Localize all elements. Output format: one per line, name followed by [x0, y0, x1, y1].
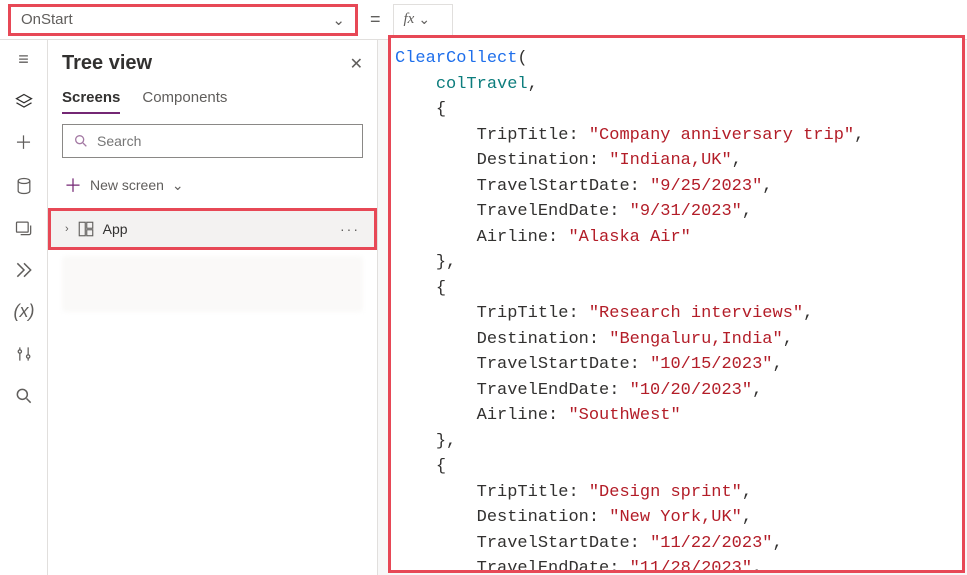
tree-item-label: App: [103, 221, 128, 237]
search-icon: [73, 133, 89, 149]
tree-view-title: Tree view: [62, 52, 152, 75]
tab-screens[interactable]: Screens: [62, 89, 120, 114]
flows-icon[interactable]: [14, 260, 34, 280]
property-dropdown-value: OnStart: [21, 11, 73, 28]
blurred-items: [62, 256, 363, 312]
new-screen-button[interactable]: ＋ New screen ⌄: [62, 168, 363, 202]
data-icon[interactable]: [14, 176, 34, 196]
search-icon[interactable]: [14, 386, 34, 406]
new-screen-label: New screen: [90, 177, 164, 193]
plus-icon[interactable]: ＋: [14, 134, 34, 154]
chevron-down-icon: ⌄: [172, 177, 184, 194]
layers-icon[interactable]: [14, 92, 34, 112]
formula-code[interactable]: ClearCollect( colTravel, { TripTitle: "C…: [395, 46, 958, 573]
tree-item-app[interactable]: › App ···: [51, 211, 374, 247]
hamburger-icon[interactable]: ≡: [14, 50, 34, 70]
ellipsis-icon[interactable]: ···: [340, 221, 360, 237]
search-field[interactable]: [97, 133, 352, 149]
variables-icon[interactable]: (x): [14, 302, 34, 322]
fx-dropdown[interactable]: fx ⌄: [393, 4, 453, 36]
tree-view-panel: Tree view ✕ Screens Components ＋ New scr…: [48, 40, 378, 575]
canvas-area: ClearCollect( colTravel, { TripTitle: "C…: [378, 40, 967, 575]
close-icon[interactable]: ✕: [350, 54, 363, 74]
search-input[interactable]: [62, 124, 363, 158]
equals-label: =: [370, 9, 381, 30]
fx-label: fx: [404, 11, 415, 28]
plus-icon: ＋: [64, 172, 82, 198]
chevron-right-icon: ›: [65, 223, 69, 235]
tab-components[interactable]: Components: [142, 89, 227, 114]
property-dropdown[interactable]: OnStart ⌄: [8, 4, 358, 36]
media-icon[interactable]: [14, 218, 34, 238]
left-rail: ≡ ＋ (x): [0, 40, 48, 575]
chevron-down-icon: ⌄: [332, 11, 345, 29]
settings-icon[interactable]: [14, 344, 34, 364]
formula-editor[interactable]: ClearCollect( colTravel, { TripTitle: "C…: [388, 35, 965, 573]
chevron-down-icon: ⌄: [418, 11, 430, 28]
app-icon: [77, 220, 95, 238]
